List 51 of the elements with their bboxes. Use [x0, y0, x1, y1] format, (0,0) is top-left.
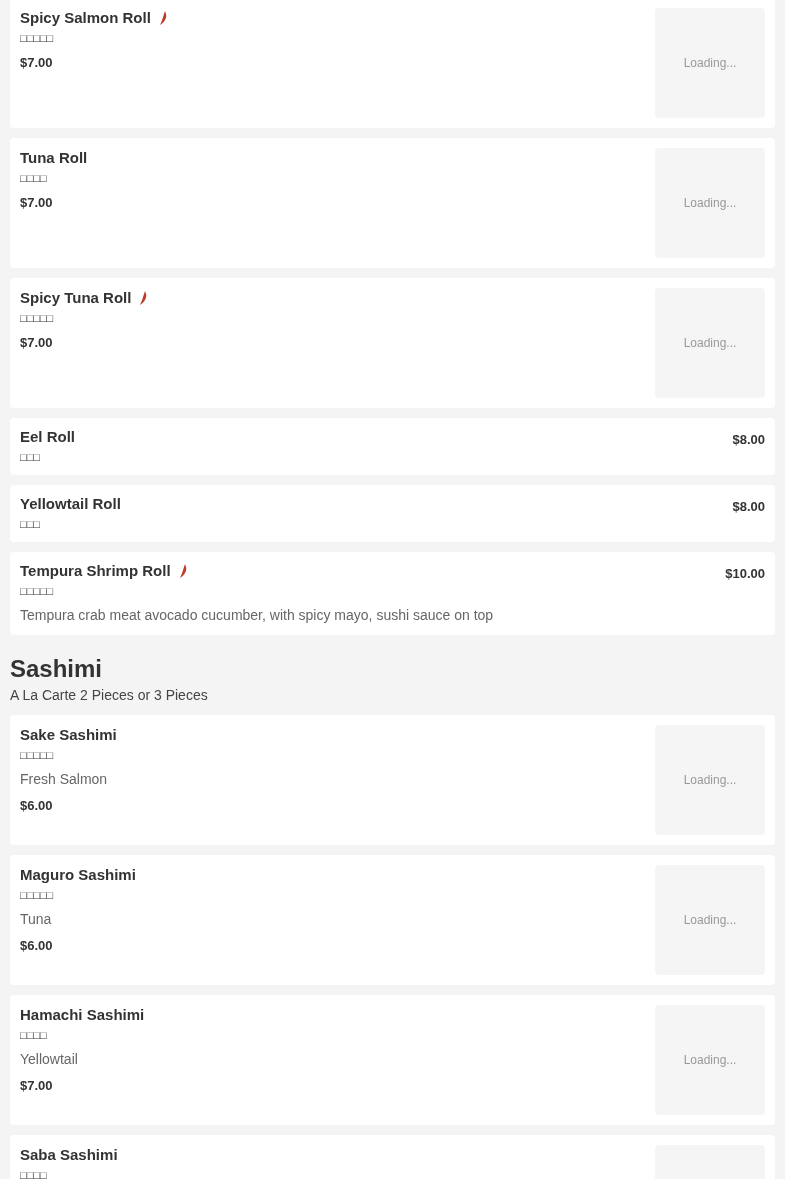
item-description: Tuna — [20, 910, 53, 929]
item-name: Yellowtail Roll — [20, 494, 121, 514]
item-native-name: □□□□ — [20, 1028, 48, 1043]
item-native-name: □□□ — [20, 517, 41, 532]
item-price: $7.00 — [20, 55, 53, 70]
item-price: $10.00 — [725, 566, 765, 581]
item-name: Maguro Sashimi — [20, 865, 136, 885]
item-price: $7.00 — [20, 335, 53, 350]
item-description: Fresh Salmon — [20, 770, 109, 789]
menu-item-card[interactable]: Yellowtail Roll □□□ $8.00 — [10, 485, 775, 542]
item-price: $8.00 — [732, 432, 765, 447]
menu-item-card[interactable]: Saba Sashimi □□□□ — [10, 1135, 775, 1179]
item-price: $7.00 — [20, 1078, 53, 1093]
image-placeholder: Loading... — [655, 725, 765, 835]
menu-item-card[interactable]: Spicy Salmon Roll □□□□□ $7.00 Loading... — [10, 0, 775, 128]
item-native-name: □□□ — [20, 450, 41, 465]
section-title: Sashimi — [10, 655, 104, 683]
item-native-name: □□□□ — [20, 1168, 48, 1179]
item-name: Hamachi Sashimi — [20, 1005, 145, 1025]
item-native-name: □□□□□ — [20, 888, 55, 903]
image-placeholder: Loading... — [655, 288, 765, 398]
item-name: Sake Sashimi — [20, 725, 117, 745]
item-name: Tuna Roll — [20, 148, 88, 168]
item-native-name: □□□□□ — [20, 311, 55, 326]
item-name: Spicy Salmon Roll — [20, 8, 151, 28]
item-name: Saba Sashimi — [20, 1145, 118, 1165]
item-native-name: □□□□ — [20, 171, 48, 186]
item-description: Yellowtail — [20, 1050, 79, 1069]
item-description: Tempura crab meat avocado cucumber, with spicy mayo, sushi sauce on top — [20, 606, 494, 625]
item-price: $8.00 — [732, 499, 765, 514]
item-name: Eel Roll — [20, 427, 75, 447]
item-native-name: □□□□□ — [20, 584, 55, 599]
image-placeholder: Loading... — [655, 148, 765, 258]
item-price: $6.00 — [20, 798, 53, 813]
menu-item-card[interactable]: Spicy Tuna Roll □□□□□ $7.00 Loading... — [10, 278, 775, 408]
item-native-name: □□□□□ — [20, 31, 55, 46]
image-placeholder: Loading... — [655, 8, 765, 118]
menu-item-card[interactable]: Eel Roll □□□ $8.00 — [10, 418, 775, 475]
menu-item-card[interactable]: Sake Sashimi □□□□□ Fresh Salmon $6.00 Loading... — [10, 715, 775, 845]
menu-item-card[interactable]: Tempura Shrimp Roll □□□□□ Tempura crab meat avocado cucumber, with spicy mayo, sushi sauce on top $10.00 — [10, 552, 775, 635]
item-price: $6.00 — [20, 938, 53, 953]
section-subtitle: A La Carte 2 Pieces or 3 Pieces — [10, 686, 209, 705]
menu-item-card[interactable]: Maguro Sashimi □□□□□ Tuna $6.00 Loading... — [10, 855, 775, 985]
image-placeholder: Loading... — [655, 1005, 765, 1115]
item-price: $7.00 — [20, 195, 53, 210]
menu-item-card[interactable]: Tuna Roll □□□□ $7.00 Loading... — [10, 138, 775, 268]
menu-item-card[interactable]: Hamachi Sashimi □□□□ Yellowtail $7.00 Loading... — [10, 995, 775, 1125]
image-placeholder: Loading... — [655, 865, 765, 975]
item-native-name: □□□□□ — [20, 748, 55, 763]
item-name: Spicy Tuna Roll — [20, 288, 132, 308]
item-name: Tempura Shrimp Roll — [20, 561, 171, 581]
